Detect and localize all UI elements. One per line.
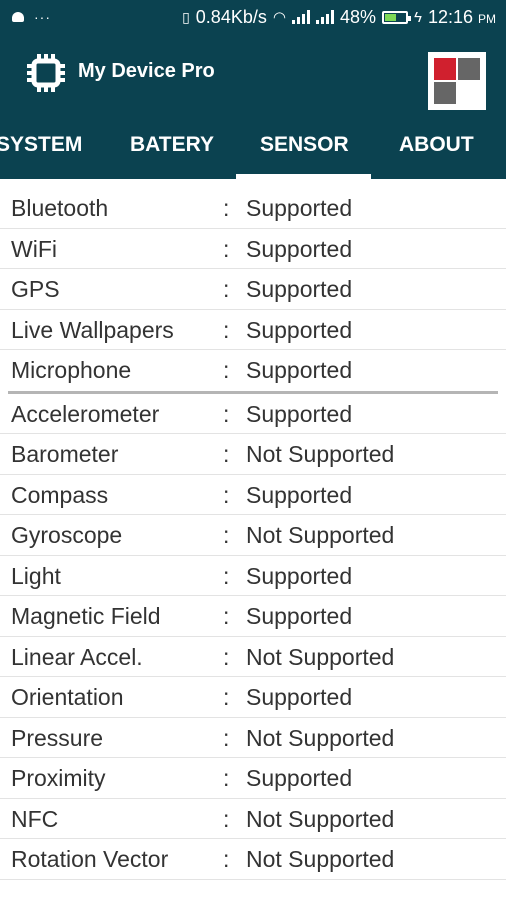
network-speed: 0.84Kb/s: [195, 6, 267, 27]
list-item: Barometer: Not Supported: [0, 434, 506, 475]
wifi-icon: ◠: [272, 9, 286, 26]
more-notifications-icon: ···: [34, 9, 51, 25]
app-title: My Device Pro: [78, 60, 215, 82]
tab-system[interactable]: SYSTEM: [0, 133, 82, 157]
list-item: NFC: Not Supported: [0, 799, 506, 839]
android-notification-icon: [12, 12, 24, 22]
tab-sensor[interactable]: SENSOR: [260, 133, 349, 157]
battery-icon: [381, 10, 411, 24]
list-item: Proximity: Supported: [0, 758, 506, 799]
vibrate-icon: ▯: [182, 8, 190, 25]
tab-battery[interactable]: BATERY: [130, 133, 214, 157]
signal-1-icon: [291, 10, 310, 24]
list-item: Accelerometer: Supported: [0, 394, 506, 434]
list-item: WiFi: Supported: [0, 229, 506, 269]
list-item: Orientation: Supported: [0, 677, 506, 718]
list-item: GPS: Supported: [0, 269, 506, 310]
app-bar: My Device Pro: [0, 34, 506, 111]
charging-icon: ϟ: [413, 8, 422, 26]
list-item: Bluetooth: Supported: [0, 188, 506, 229]
list-item: Linear Accel.: Not Supported: [0, 637, 506, 677]
app-logo[interactable]: [428, 52, 486, 110]
selected-tab-indicator: [236, 174, 371, 179]
list-item: Light: Supported: [0, 556, 506, 596]
list-item: Magnetic Field: Supported: [0, 596, 506, 637]
clock: 12:16 PM: [427, 6, 496, 27]
list-item: Compass: Supported: [0, 475, 506, 515]
list-item: Live Wallpapers: Supported: [0, 310, 506, 350]
sensor-list: Bluetooth: Supported WiFi: Supported GPS: S…: [0, 188, 506, 880]
list-item: Microphone: Supported: [11, 357, 353, 383]
signal-2-icon: [315, 10, 334, 24]
list-item: Pressure: Not Supported: [0, 718, 506, 758]
status-bar: ··· ▯ 0.84Kb/s ◠ 48% ϟ 12:16 PM: [0, 0, 506, 34]
battery-percent: 48%: [339, 6, 376, 27]
tab-bar: SYSTEM BATERY SENSOR ABOUT: [0, 111, 506, 179]
chip-icon: [27, 54, 65, 92]
list-item: Rotation Vector: Not Supported: [0, 839, 506, 880]
tab-about[interactable]: ABOUT: [399, 133, 474, 157]
list-item: Gyroscope: Not Supported: [0, 515, 506, 556]
